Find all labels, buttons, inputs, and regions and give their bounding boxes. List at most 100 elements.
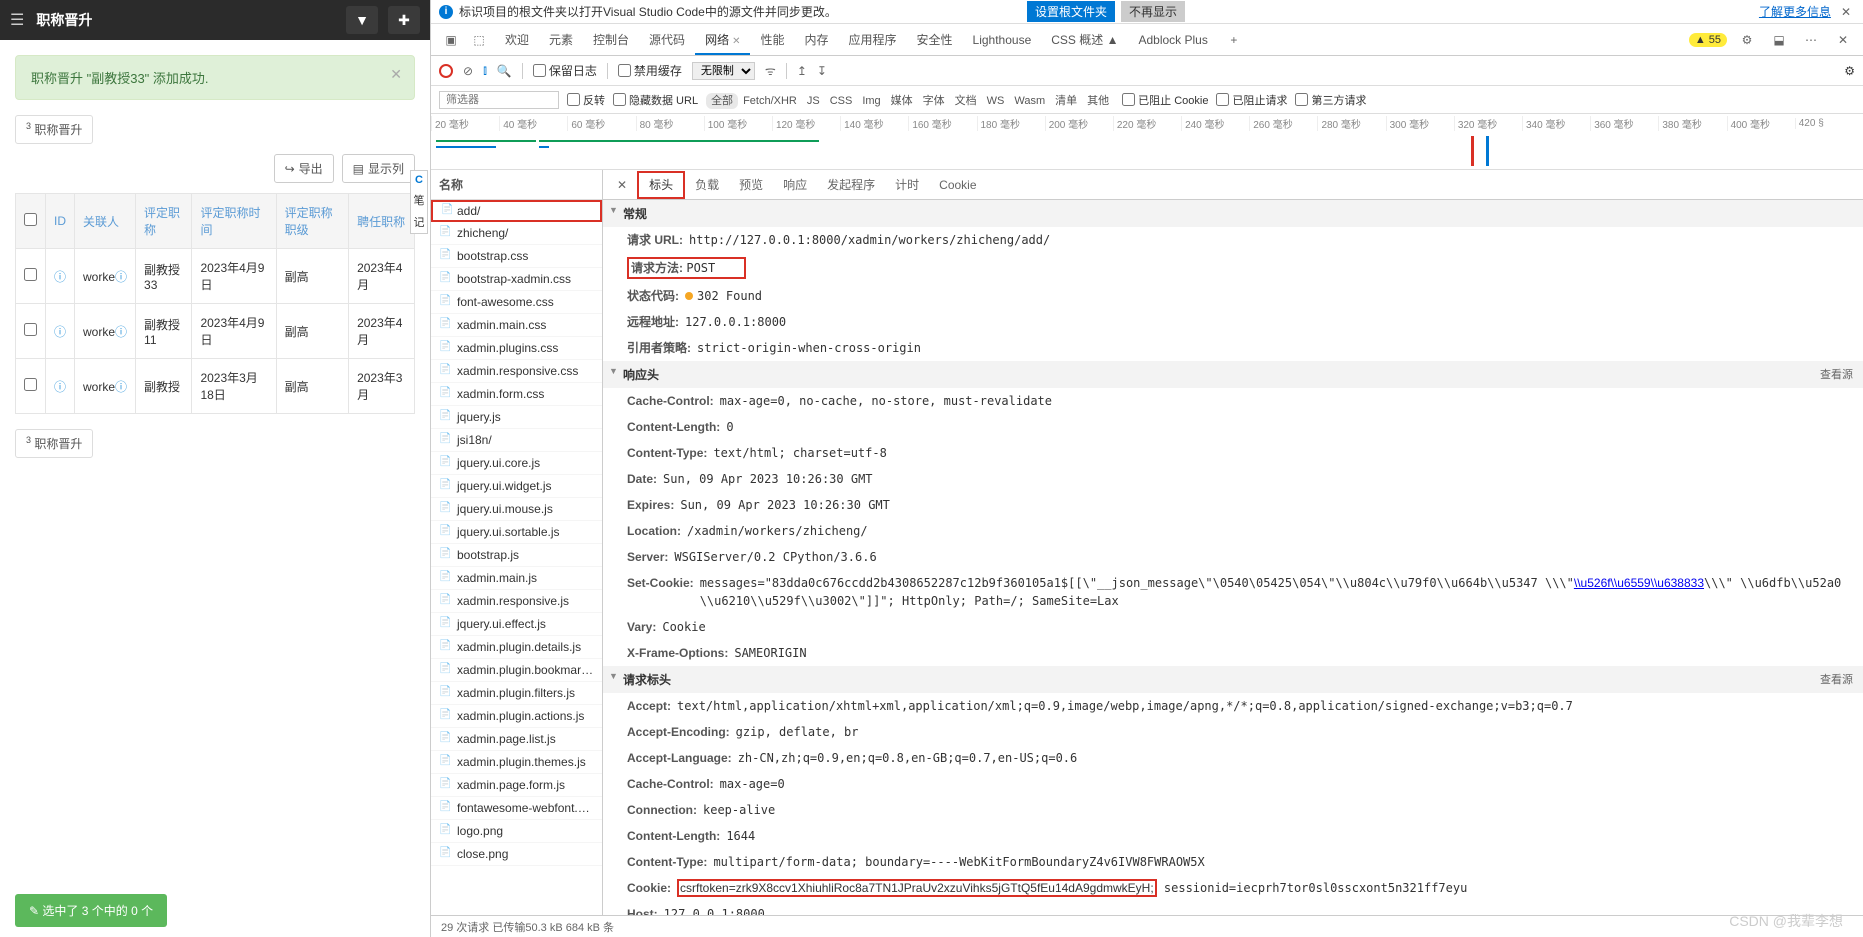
- devtools-tab[interactable]: Lighthouse: [963, 27, 1042, 53]
- filter-type[interactable]: Wasm: [1009, 93, 1050, 109]
- close-icon[interactable]: ✕: [1837, 5, 1855, 19]
- section-header[interactable]: 常规: [603, 200, 1863, 227]
- name-column-header[interactable]: 名称: [431, 170, 602, 200]
- id-cell[interactable]: ⓘ: [46, 304, 75, 359]
- request-item[interactable]: xadmin.plugins.css: [431, 337, 602, 360]
- request-item[interactable]: fontawesome-webfont.woff?v...: [431, 797, 602, 820]
- breadcrumb[interactable]: 3 职称晋升: [15, 115, 93, 144]
- devtools-tab[interactable]: 应用程序: [839, 27, 907, 53]
- close-icon[interactable]: ✕: [611, 178, 633, 192]
- request-item[interactable]: xadmin.plugin.bookmark.js: [431, 659, 602, 682]
- disable-cache-checkbox[interactable]: 禁用缓存: [618, 62, 682, 79]
- detail-tab[interactable]: 负载: [685, 173, 729, 197]
- id-cell[interactable]: ⓘ: [46, 359, 75, 414]
- filter-type[interactable]: 媒体: [886, 93, 918, 109]
- person-cell[interactable]: workeⓘ: [75, 304, 136, 359]
- request-item[interactable]: close.png: [431, 843, 602, 866]
- devtools-tab[interactable]: 网络✕: [695, 27, 750, 55]
- column-header[interactable]: 关联人: [75, 194, 136, 249]
- request-item[interactable]: xadmin.plugin.themes.js: [431, 751, 602, 774]
- gear-icon[interactable]: ⚙: [1735, 28, 1759, 52]
- devtools-tab[interactable]: 内存: [794, 27, 838, 53]
- detail-tab[interactable]: 发起程序: [817, 173, 885, 197]
- request-item[interactable]: jquery.ui.widget.js: [431, 475, 602, 498]
- request-item[interactable]: jquery.ui.effect.js: [431, 613, 602, 636]
- devtools-tab[interactable]: 欢迎: [495, 27, 539, 53]
- request-item[interactable]: xadmin.responsive.css: [431, 360, 602, 383]
- device-icon[interactable]: ⬚: [467, 28, 491, 52]
- detail-tab[interactable]: Cookie: [929, 173, 986, 197]
- request-item[interactable]: jquery.ui.sortable.js: [431, 521, 602, 544]
- learn-more-link[interactable]: 了解更多信息: [1759, 3, 1831, 20]
- request-item[interactable]: bootstrap.css: [431, 245, 602, 268]
- request-item[interactable]: xadmin.page.list.js: [431, 728, 602, 751]
- select-all-checkbox[interactable]: [24, 213, 37, 226]
- hide-data-checkbox[interactable]: 隐藏数据 URL: [613, 92, 698, 108]
- request-item[interactable]: zhicheng/: [431, 222, 602, 245]
- request-item[interactable]: xadmin.plugin.actions.js: [431, 705, 602, 728]
- filter-type[interactable]: WS: [982, 93, 1010, 109]
- request-item[interactable]: logo.png: [431, 820, 602, 843]
- download-icon[interactable]: ↧: [817, 64, 827, 78]
- request-item[interactable]: xadmin.page.form.js: [431, 774, 602, 797]
- column-header[interactable]: 评定职称: [136, 194, 192, 249]
- devtools-tab[interactable]: 源代码: [639, 27, 695, 53]
- devtools-tab[interactable]: 元素: [539, 27, 583, 53]
- request-item[interactable]: jquery.js: [431, 406, 602, 429]
- request-item[interactable]: bootstrap-xadmin.css: [431, 268, 602, 291]
- breadcrumb[interactable]: 3 职称晋升: [15, 429, 93, 458]
- row-checkbox[interactable]: [24, 323, 37, 336]
- filter-input[interactable]: [439, 91, 559, 109]
- wifi-icon[interactable]: ᯤ: [765, 62, 776, 79]
- devtools-tab[interactable]: 安全性: [907, 27, 963, 53]
- request-item[interactable]: xadmin.main.css: [431, 314, 602, 337]
- request-item[interactable]: jquery.ui.mouse.js: [431, 498, 602, 521]
- column-header[interactable]: ID: [46, 194, 75, 249]
- column-header[interactable]: 评定职称职级: [276, 194, 348, 249]
- person-cell[interactable]: workeⓘ: [75, 359, 136, 414]
- filter-type[interactable]: 清单: [1050, 93, 1082, 109]
- filter-type[interactable]: 其他: [1082, 93, 1114, 109]
- search-icon[interactable]: 🔍: [497, 64, 512, 78]
- timeline[interactable]: 20 毫秒40 毫秒60 毫秒80 毫秒100 毫秒120 毫秒140 毫秒16…: [431, 114, 1863, 170]
- column-header[interactable]: 评定职称时间: [192, 194, 276, 249]
- devtools-tab[interactable]: Adblock Plus: [1128, 27, 1217, 53]
- filter-icon[interactable]: ▼: [346, 6, 378, 34]
- filter-type[interactable]: CSS: [825, 93, 858, 109]
- view-source-link[interactable]: 查看源: [1820, 671, 1853, 688]
- blocked-cookie-checkbox[interactable]: 已阻止 Cookie: [1122, 92, 1208, 108]
- request-item[interactable]: bootstrap.js: [431, 544, 602, 567]
- request-item[interactable]: add/: [431, 200, 602, 222]
- request-item[interactable]: jquery.ui.core.js: [431, 452, 602, 475]
- close-icon[interactable]: ✕: [390, 66, 402, 83]
- filter-type[interactable]: Fetch/XHR: [738, 93, 802, 109]
- request-item[interactable]: xadmin.main.js: [431, 567, 602, 590]
- record-button[interactable]: [439, 64, 453, 78]
- dont-show-button[interactable]: 不再显示: [1121, 1, 1185, 22]
- close-icon[interactable]: ✕: [1831, 28, 1855, 52]
- dock-icon[interactable]: ⬓: [1767, 28, 1791, 52]
- more-icon[interactable]: ⋯: [1799, 28, 1823, 52]
- detail-tab[interactable]: 标头: [637, 171, 685, 199]
- filter-type[interactable]: Img: [857, 93, 885, 109]
- blocked-req-checkbox[interactable]: 已阻止请求: [1216, 92, 1287, 108]
- issues-badge[interactable]: ▲ 55: [1689, 33, 1727, 47]
- gear-icon[interactable]: ⚙: [1844, 64, 1855, 78]
- menu-icon[interactable]: ☰: [10, 10, 24, 30]
- row-checkbox[interactable]: [24, 268, 37, 281]
- throttle-select[interactable]: 无限制: [692, 62, 755, 80]
- export-button[interactable]: ↪ 导出: [274, 154, 334, 183]
- filter-type[interactable]: JS: [802, 93, 825, 109]
- invert-checkbox[interactable]: 反转: [567, 92, 605, 108]
- request-item[interactable]: xadmin.responsive.js: [431, 590, 602, 613]
- detail-tab[interactable]: 计时: [885, 173, 929, 197]
- request-item[interactable]: font-awesome.css: [431, 291, 602, 314]
- inspect-icon[interactable]: ▣: [439, 28, 463, 52]
- devtools-tab[interactable]: CSS 概述 ▲: [1041, 27, 1128, 53]
- view-source-link[interactable]: 查看源: [1820, 366, 1853, 383]
- devtools-tab[interactable]: 性能: [750, 27, 794, 53]
- request-item[interactable]: xadmin.plugin.details.js: [431, 636, 602, 659]
- request-item[interactable]: jsi18n/: [431, 429, 602, 452]
- filter-icon[interactable]: ⫾: [483, 63, 487, 78]
- row-checkbox[interactable]: [24, 378, 37, 391]
